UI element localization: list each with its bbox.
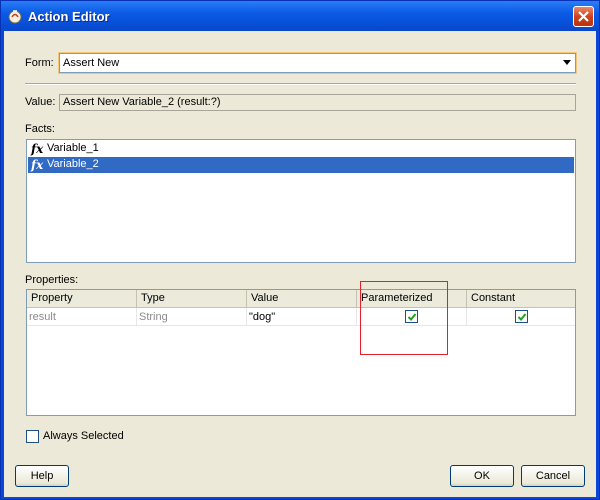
list-item-selected[interactable]: fx Variable_2 [28,157,574,173]
column-header-property[interactable]: Property [27,290,137,308]
column-header-type[interactable]: Type [137,290,247,308]
fx-icon: fx [31,158,44,172]
chevron-down-icon[interactable] [563,60,571,65]
cell-constant [467,308,575,326]
app-icon [8,10,22,24]
constant-checkbox[interactable] [515,310,528,323]
facts-label: Facts: [25,123,55,135]
value-field: Assert New Variable_2 (result:?) [59,94,576,111]
form-select-value: Assert New [63,57,120,69]
list-item[interactable]: fx Variable_1 [28,141,574,157]
annotation-highlight-box [360,281,448,355]
cell-property[interactable]: result [27,308,137,326]
value-field-text: Assert New Variable_2 (result:?) [63,96,221,108]
properties-label: Properties: [25,274,79,286]
separator [25,83,576,85]
list-item-label: Variable_1 [47,142,99,154]
facts-list[interactable]: fx Variable_1 fx Variable_2 [26,139,576,263]
action-editor-window: Action Editor Form: Assert New Value: As… [0,0,600,500]
cell-value[interactable]: "dog" [247,308,357,326]
form-select[interactable]: Assert New [58,52,577,74]
column-header-value[interactable]: Value [247,290,357,308]
column-header-constant[interactable]: Constant [467,290,575,308]
ok-button[interactable]: OK [450,465,514,487]
help-button[interactable]: Help [15,465,69,487]
value-label: Value: [25,96,56,108]
title-bar[interactable]: Action Editor [1,1,599,31]
close-icon [578,11,589,22]
always-selected-label[interactable]: Always Selected [43,430,124,442]
fx-icon: fx [31,142,44,156]
close-button[interactable] [573,6,594,27]
dialog-body: Form: Assert New Value: Assert New Varia… [4,31,596,497]
checkmark-icon [517,313,527,321]
cancel-button[interactable]: Cancel [521,465,585,487]
cell-type[interactable]: String [137,308,247,326]
always-selected-checkbox[interactable] [26,430,39,443]
form-label: Form: [25,57,54,69]
window-title: Action Editor [28,9,110,24]
properties-table: Property Type Value Parameterized Consta… [26,289,576,416]
list-item-label: Variable_2 [47,158,99,170]
